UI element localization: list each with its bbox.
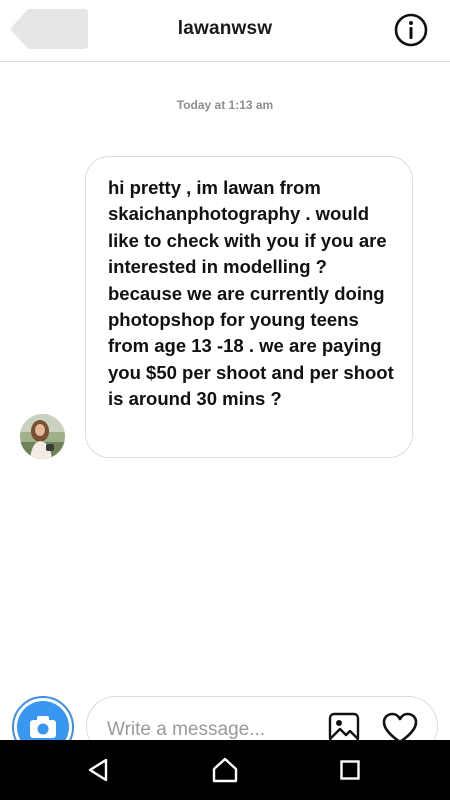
nav-recent-apps-button[interactable] — [340, 760, 360, 780]
message-timestamp: Today at 1:13 am — [176, 98, 274, 112]
info-button[interactable] — [394, 13, 428, 47]
message-composer — [0, 692, 450, 758]
nav-back-icon — [88, 758, 108, 782]
conversation-title: lawanwsw — [177, 18, 273, 39]
info-icon — [394, 13, 428, 47]
nav-home-button[interactable] — [211, 756, 239, 784]
avatar[interactable] — [20, 414, 65, 459]
nav-home-icon — [212, 757, 238, 783]
avatar-image — [20, 414, 65, 459]
nav-recent-apps-icon — [340, 760, 360, 780]
message-bubble[interactable]: hi pretty , im lawan from skaichanphotog… — [85, 156, 413, 458]
message-text: hi pretty , im lawan from skaichanphotog… — [108, 177, 394, 410]
nav-back-button[interactable] — [86, 757, 112, 783]
chat-header: lawanwsw — [0, 0, 450, 62]
system-navigation-bar — [0, 740, 450, 800]
